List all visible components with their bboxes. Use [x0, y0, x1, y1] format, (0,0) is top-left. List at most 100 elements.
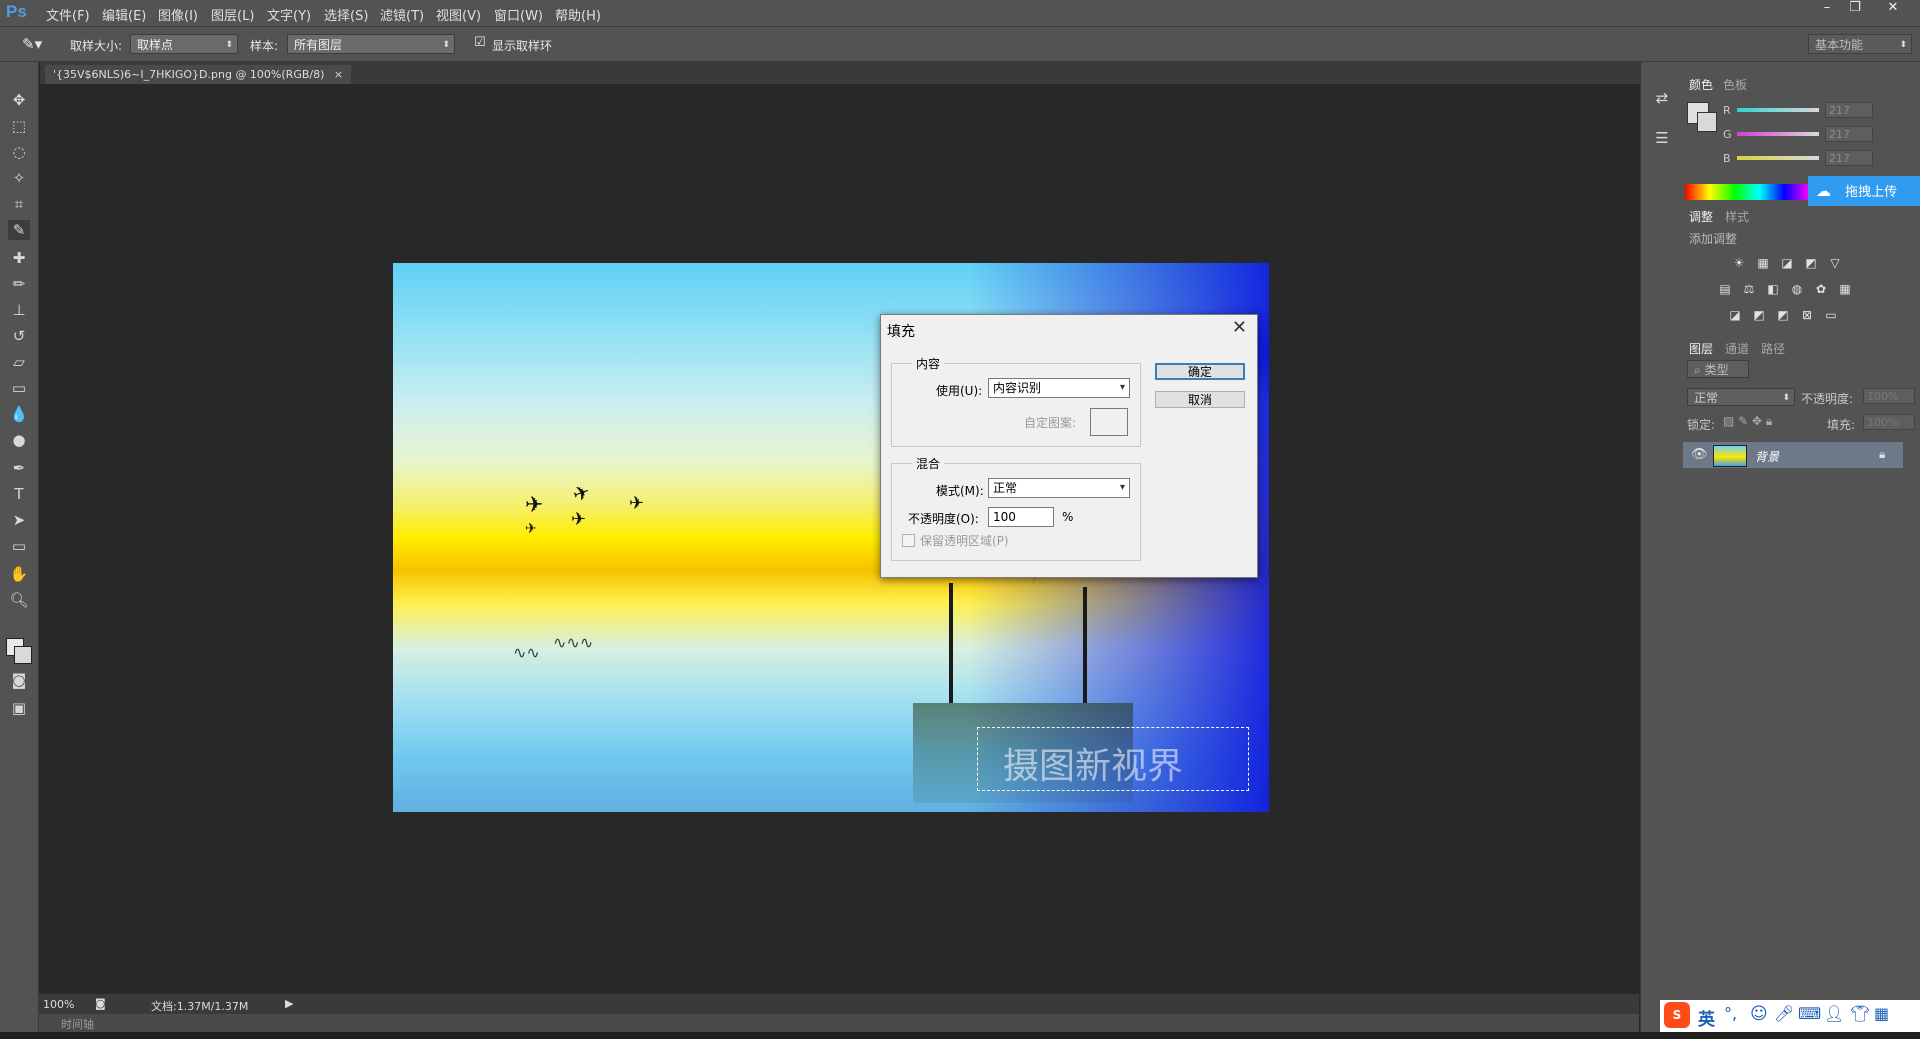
crop-tool-icon[interactable]: ⌗ [8, 194, 30, 214]
eyedropper-tool-icon[interactable]: ✎ [8, 220, 30, 240]
levels-icon[interactable]: ▦ [1755, 256, 1771, 270]
brush-tool-icon[interactable]: ✏ [8, 274, 30, 294]
background-color-swatch[interactable] [1697, 112, 1717, 132]
eye-icon[interactable]: 👁︎ [1691, 447, 1708, 462]
quick-select-tool-icon[interactable]: ✧ [8, 168, 30, 188]
status-menu-arrow-icon[interactable]: ▶ [285, 997, 293, 1010]
fill-input[interactable]: 100% [1863, 414, 1915, 430]
brightness-icon[interactable]: ☀ [1731, 256, 1747, 270]
close-window-button[interactable]: ✕ [1880, 0, 1906, 18]
quick-mask-icon[interactable]: ◙ [8, 670, 30, 690]
menu-type[interactable]: 文字(Y) [267, 5, 311, 24]
menu-edit[interactable]: 编辑(E) [102, 5, 146, 24]
eyedropper-tool-icon[interactable]: ✎▾ [22, 35, 42, 53]
close-tab-icon[interactable]: × [334, 68, 343, 81]
invert-icon[interactable]: ◪ [1727, 308, 1743, 322]
menu-window[interactable]: 窗口(W) [494, 5, 543, 24]
layer-row[interactable]: 👁︎ 背景 🔒︎ [1683, 442, 1903, 468]
curves-icon[interactable]: ◪ [1779, 256, 1795, 270]
color-spectrum-bar[interactable] [1685, 184, 1809, 200]
menu-file[interactable]: 文件(F) [46, 5, 90, 24]
channel-mixer-icon[interactable]: ✿ [1813, 282, 1829, 296]
threshold-icon[interactable]: ◩ [1775, 308, 1791, 322]
upload-badge[interactable]: ☁ 拖拽上传 [1808, 176, 1920, 206]
vibrance-icon[interactable]: ▽ [1827, 256, 1843, 270]
use-select[interactable]: 内容识别 ▾ [988, 378, 1130, 398]
marquee-tool-icon[interactable]: ⬚ [8, 116, 30, 136]
preserve-transparency-checkbox[interactable] [902, 534, 915, 547]
history-brush-tool-icon[interactable]: ↺ [8, 326, 30, 346]
channel-b-slider[interactable] [1737, 156, 1819, 160]
posterize-icon[interactable]: ◩ [1751, 308, 1767, 322]
sogou-logo-icon[interactable]: S [1664, 1002, 1690, 1028]
layer-opacity-input[interactable]: 100% [1863, 388, 1915, 404]
color-lookup-icon[interactable]: ▦ [1837, 282, 1853, 296]
stamp-tool-icon[interactable]: ⊥ [8, 300, 30, 320]
custom-pattern-picker[interactable] [1090, 408, 1128, 436]
close-icon[interactable]: ✕ [1232, 317, 1247, 338]
menu-image[interactable]: 图像(I) [158, 5, 198, 24]
dodge-tool-icon[interactable]: ● [8, 430, 30, 450]
history-panel-icon[interactable]: ⇄ [1651, 88, 1673, 108]
shape-tool-icon[interactable]: ▭ [8, 536, 30, 556]
ime-emoji-icon[interactable]: ☺ [1750, 1004, 1768, 1024]
blur-tool-icon[interactable]: 💧 [8, 404, 30, 424]
photo-filter-icon[interactable]: ◍ [1789, 282, 1805, 296]
channel-r-slider[interactable] [1737, 108, 1819, 112]
tab-layers[interactable]: 图层 [1689, 340, 1713, 357]
lasso-tool-icon[interactable]: ◌ [8, 142, 30, 162]
minimize-button[interactable]: – [1814, 0, 1840, 18]
properties-panel-icon[interactable]: ☰ [1651, 128, 1673, 148]
menu-help[interactable]: 帮助(H) [555, 5, 601, 24]
zoom-tool-icon[interactable]: 🔍︎ [8, 590, 30, 610]
tab-styles[interactable]: 样式 [1725, 208, 1749, 225]
tab-color[interactable]: 颜色 [1689, 76, 1713, 93]
tab-paths[interactable]: 路径 [1761, 340, 1785, 357]
ime-toolbox-icon[interactable]: ▦ [1874, 1004, 1889, 1023]
screen-mode-icon[interactable]: ▣ [8, 698, 30, 718]
menu-filter[interactable]: 滤镜(T) [380, 5, 424, 24]
layer-filter-select[interactable]: ⌕ 类型 [1687, 360, 1749, 378]
gradient-map-icon[interactable]: ▭ [1823, 308, 1839, 322]
channel-r-value[interactable]: 217 [1825, 102, 1873, 118]
ok-button[interactable]: 确定 [1155, 363, 1245, 380]
color-balance-icon[interactable]: ⚖ [1741, 282, 1757, 296]
ime-keyboard-icon[interactable]: ⌨ [1798, 1004, 1821, 1023]
workspace-select[interactable]: 基本功能 ⬍ [1808, 34, 1912, 54]
lock-pixels-icon[interactable]: ▨ ✎ ✥ 🔒︎ [1723, 414, 1772, 429]
selective-color-icon[interactable]: ⊠ [1799, 308, 1815, 322]
cancel-button[interactable]: 取消 [1155, 391, 1245, 408]
tab-channels[interactable]: 通道 [1725, 340, 1749, 357]
eraser-tool-icon[interactable]: ▱ [8, 352, 30, 372]
sample-select[interactable]: 所有图层 ⬍ [287, 34, 455, 54]
channel-g-value[interactable]: 217 [1825, 126, 1873, 142]
zoom-level[interactable]: 100% [43, 998, 74, 1011]
menu-select[interactable]: 选择(S) [324, 5, 368, 24]
exposure-icon[interactable]: ◩ [1803, 256, 1819, 270]
pen-tool-icon[interactable]: ✒ [8, 458, 30, 478]
channel-b-value[interactable]: 217 [1825, 150, 1873, 166]
tab-adjustments[interactable]: 调整 [1689, 208, 1713, 225]
status-icon[interactable]: ◙ [95, 997, 106, 1010]
hue-saturation-icon[interactable]: ▤ [1717, 282, 1733, 296]
type-tool-icon[interactable]: T [8, 484, 30, 504]
timeline-label[interactable]: 时间轴 [61, 1016, 94, 1032]
path-select-tool-icon[interactable]: ➤ [8, 510, 30, 530]
blend-mode-select[interactable]: 正常 ⬍ [1687, 388, 1795, 406]
gradient-tool-icon[interactable]: ▭ [8, 378, 30, 398]
sample-size-select[interactable]: 取样点 ⬍ [130, 34, 238, 54]
mode-select[interactable]: 正常 ▾ [988, 478, 1130, 498]
tab-swatches[interactable]: 色板 [1723, 76, 1747, 93]
menu-layer[interactable]: 图层(L) [211, 5, 254, 24]
restore-button[interactable]: ❐ [1842, 0, 1868, 18]
layer-name[interactable]: 背景 [1755, 448, 1779, 465]
black-white-icon[interactable]: ◧ [1765, 282, 1781, 296]
show-ring-checkbox[interactable]: ☑ [474, 35, 486, 50]
menu-view[interactable]: 视图(V) [436, 5, 481, 24]
ime-user-icon[interactable]: 👤︎ [1824, 1004, 1844, 1023]
channel-g-slider[interactable] [1737, 132, 1819, 136]
move-tool-icon[interactable]: ✥ [8, 90, 30, 110]
hand-tool-icon[interactable]: ✋ [8, 564, 30, 584]
ime-skin-icon[interactable]: 👕︎ [1850, 1004, 1870, 1023]
ime-voice-icon[interactable]: 🎤︎ [1774, 1004, 1794, 1023]
